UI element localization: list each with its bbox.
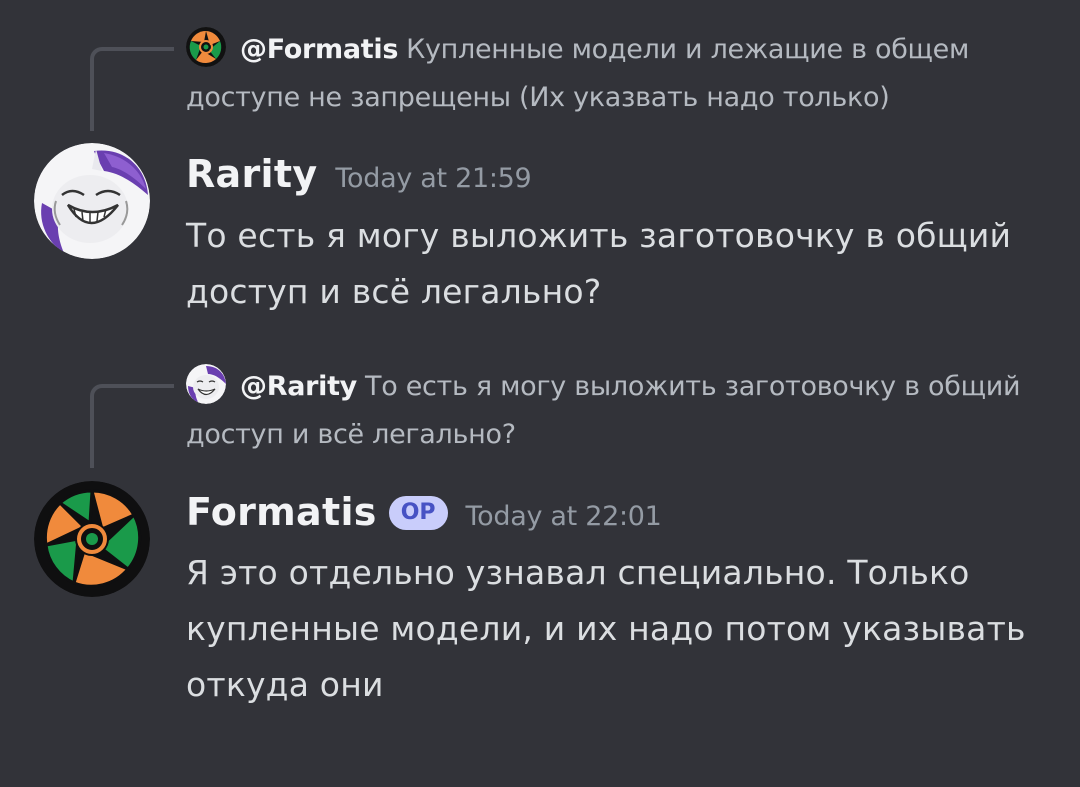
reply-connector xyxy=(90,384,174,468)
timestamp[interactable]: Today at 22:01 xyxy=(466,501,662,532)
rarity-pony-avatar-icon xyxy=(34,143,150,259)
message-header: Formatis OP Today at 22:01 xyxy=(186,490,662,534)
rarity-avatar-small-icon xyxy=(186,364,226,404)
avatar-formatis[interactable] xyxy=(34,481,150,597)
reply-preview[interactable]: @Formatis Купленные модели и лежащие в об… xyxy=(186,26,1036,122)
message-content: Я это отдельно узнавал специально. Тольк… xyxy=(186,553,1026,704)
reply-connector xyxy=(90,47,174,131)
username[interactable]: Rarity xyxy=(186,152,317,196)
message-content: То есть я могу выложить заготовочку в об… xyxy=(186,216,1012,311)
username[interactable]: Formatis xyxy=(186,490,377,534)
timestamp[interactable]: Today at 21:59 xyxy=(335,163,531,194)
reply-author[interactable]: @Rarity xyxy=(240,371,357,402)
message-header: Rarity Today at 21:59 xyxy=(186,152,532,196)
avatar-rarity[interactable] xyxy=(34,143,150,259)
formatis-shutter-logo-icon xyxy=(34,481,150,597)
formatis-avatar-small-icon xyxy=(186,27,226,67)
reply-author[interactable]: @Formatis xyxy=(240,34,398,65)
reply-preview[interactable]: @Rarity То есть я могу выложить заготовоч… xyxy=(186,363,1036,459)
chat-log: @Formatis Купленные модели и лежащие в об… xyxy=(0,0,1080,787)
op-badge: OP xyxy=(388,496,448,530)
